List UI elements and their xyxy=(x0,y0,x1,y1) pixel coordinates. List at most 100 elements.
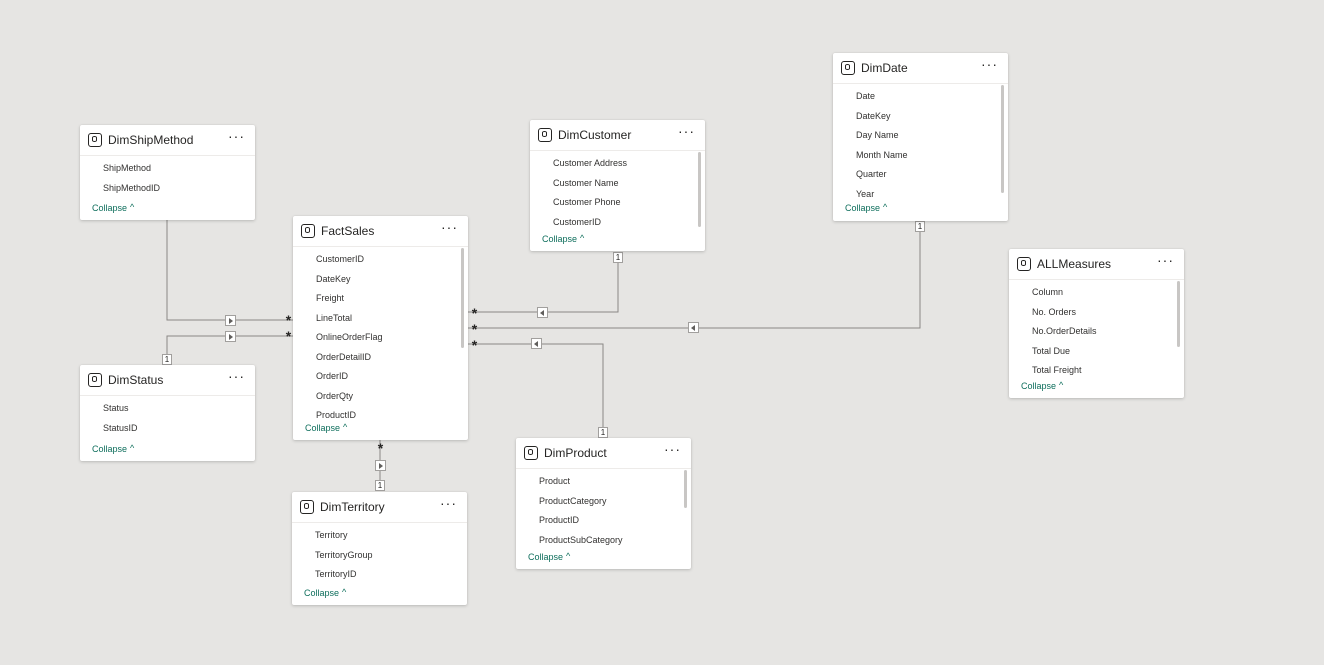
more-options-icon[interactable]: ··· xyxy=(440,495,457,511)
field-item[interactable]: ProductID xyxy=(516,511,681,531)
field-item[interactable]: LineTotal xyxy=(293,309,458,329)
table-title: FactSales xyxy=(321,224,375,238)
field-item[interactable]: Product xyxy=(516,472,681,492)
many-cardinality-marker: * xyxy=(377,440,384,456)
field-item[interactable]: Column xyxy=(1009,283,1174,303)
chevron-up-icon: ^ xyxy=(342,587,347,597)
filter-direction-arrow[interactable] xyxy=(688,322,699,333)
collapse-button[interactable]: Collapse ^ xyxy=(305,422,347,433)
rel-line-shipmethod-factsales xyxy=(166,220,293,321)
collapse-button[interactable]: Collapse ^ xyxy=(304,587,347,598)
more-options-icon[interactable]: ··· xyxy=(1157,252,1174,268)
field-item[interactable]: Territory xyxy=(292,526,457,546)
field-item[interactable]: DateKey xyxy=(833,107,998,127)
field-item[interactable]: Customer Name xyxy=(530,174,695,194)
table-card-header[interactable]: DimCustomer ··· xyxy=(530,120,705,151)
chevron-up-icon: ^ xyxy=(130,202,135,212)
table-icon xyxy=(301,224,315,238)
table-icon xyxy=(88,373,102,387)
table-card-header[interactable]: DimProduct ··· xyxy=(516,438,691,469)
field-list: Column No. Orders No.OrderDetails Total … xyxy=(1009,283,1174,381)
more-options-icon[interactable]: ··· xyxy=(981,56,998,72)
filter-direction-arrow[interactable] xyxy=(225,331,236,342)
table-card-header[interactable]: DimShipMethod ··· xyxy=(80,125,255,156)
rel-line-customer-factsales xyxy=(468,257,619,313)
one-cardinality-marker: 1 xyxy=(598,427,608,438)
collapse-button[interactable]: Collapse ^ xyxy=(92,443,134,454)
field-item[interactable]: Total Due xyxy=(1009,342,1174,362)
table-card-factsales[interactable]: FactSales ··· CustomerID DateKey Freight… xyxy=(293,216,468,440)
field-item[interactable]: Freight xyxy=(293,289,458,309)
scrollbar[interactable] xyxy=(461,248,464,348)
field-item[interactable]: CustomerID xyxy=(293,250,458,270)
filter-direction-arrow[interactable] xyxy=(225,315,236,326)
collapse-button[interactable]: Collapse ^ xyxy=(92,202,135,213)
field-list: Status StatusID xyxy=(80,399,245,438)
many-cardinality-marker: * xyxy=(471,305,478,321)
field-item[interactable]: ShipMethodID xyxy=(80,179,245,199)
table-card-dimproduct[interactable]: DimProduct ··· Product ProductCategory P… xyxy=(516,438,691,569)
field-item[interactable]: TerritoryID xyxy=(292,565,457,585)
field-item[interactable]: Customer Phone xyxy=(530,193,695,213)
scrollbar[interactable] xyxy=(698,152,701,227)
field-item[interactable]: ShipMethod xyxy=(80,159,245,179)
field-item[interactable]: OrderID xyxy=(293,367,458,387)
field-item[interactable]: No.OrderDetails xyxy=(1009,322,1174,342)
table-title: DimProduct xyxy=(544,446,607,460)
field-item[interactable]: Status xyxy=(80,399,245,419)
field-item[interactable]: Day Name xyxy=(833,126,998,146)
filter-direction-arrow[interactable] xyxy=(375,460,386,471)
table-icon xyxy=(300,500,314,514)
table-title: DimTerritory xyxy=(320,500,385,514)
field-item[interactable]: OnlineOrderFlag xyxy=(293,328,458,348)
field-item[interactable]: CustomerID xyxy=(530,213,695,233)
field-list: Territory TerritoryGroup TerritoryID xyxy=(292,526,457,585)
field-list: ShipMethod ShipMethodID xyxy=(80,159,245,198)
table-title: DimDate xyxy=(861,61,908,75)
field-item[interactable]: Quarter xyxy=(833,165,998,185)
field-list: Date DateKey Day Name Month Name Quarter… xyxy=(833,87,998,204)
collapse-button[interactable]: Collapse ^ xyxy=(528,551,570,562)
table-card-dimcustomer[interactable]: DimCustomer ··· Customer Address Custome… xyxy=(530,120,705,251)
table-card-dimstatus[interactable]: DimStatus ··· Status StatusID Collapse ^ xyxy=(80,365,255,461)
more-options-icon[interactable]: ··· xyxy=(678,123,695,139)
filter-direction-arrow[interactable] xyxy=(537,307,548,318)
more-options-icon[interactable]: ··· xyxy=(228,128,245,144)
field-item[interactable]: DateKey xyxy=(293,270,458,290)
field-item[interactable]: OrderDetailID xyxy=(293,348,458,368)
table-title: DimShipMethod xyxy=(108,133,194,147)
table-card-header[interactable]: ALLMeasures ··· xyxy=(1009,249,1184,280)
field-item[interactable]: ProductCategory xyxy=(516,492,681,512)
field-item[interactable]: Date xyxy=(833,87,998,107)
one-cardinality-marker: 1 xyxy=(613,252,623,263)
field-item[interactable]: OrderQty xyxy=(293,387,458,407)
field-item[interactable]: No. Orders xyxy=(1009,303,1174,323)
field-item[interactable]: Month Name xyxy=(833,146,998,166)
table-card-header[interactable]: FactSales ··· xyxy=(293,216,468,247)
field-item[interactable]: Customer Address xyxy=(530,154,695,174)
table-card-dimshipmethod[interactable]: DimShipMethod ··· ShipMethod ShipMethodI… xyxy=(80,125,255,220)
field-item[interactable]: ProductSubCategory xyxy=(516,531,681,551)
collapse-button[interactable]: Collapse ^ xyxy=(845,202,887,213)
table-card-dimdate[interactable]: DimDate ··· Date DateKey Day Name Month … xyxy=(833,53,1008,221)
scrollbar[interactable] xyxy=(684,470,687,508)
one-cardinality-marker: 1 xyxy=(375,480,385,491)
table-card-allmeasures[interactable]: ALLMeasures ··· Column No. Orders No.Ord… xyxy=(1009,249,1184,398)
more-options-icon[interactable]: ··· xyxy=(664,441,681,457)
table-card-header[interactable]: DimStatus ··· xyxy=(80,365,255,396)
field-item[interactable]: Year xyxy=(833,185,998,205)
more-options-icon[interactable]: ··· xyxy=(228,368,245,384)
scrollbar[interactable] xyxy=(1177,281,1180,347)
table-card-dimterritory[interactable]: DimTerritory ··· Territory TerritoryGrou… xyxy=(292,492,467,605)
collapse-button[interactable]: Collapse ^ xyxy=(1021,380,1063,391)
field-item[interactable]: Total Freight xyxy=(1009,361,1174,381)
field-item[interactable]: TerritoryGroup xyxy=(292,546,457,566)
filter-direction-arrow[interactable] xyxy=(531,338,542,349)
table-card-header[interactable]: DimDate ··· xyxy=(833,53,1008,84)
field-item[interactable]: StatusID xyxy=(80,419,245,439)
collapse-button[interactable]: Collapse ^ xyxy=(542,233,584,244)
table-card-header[interactable]: DimTerritory ··· xyxy=(292,492,467,523)
more-options-icon[interactable]: ··· xyxy=(441,219,458,235)
field-list: Product ProductCategory ProductID Produc… xyxy=(516,472,681,550)
scrollbar[interactable] xyxy=(1001,85,1004,193)
